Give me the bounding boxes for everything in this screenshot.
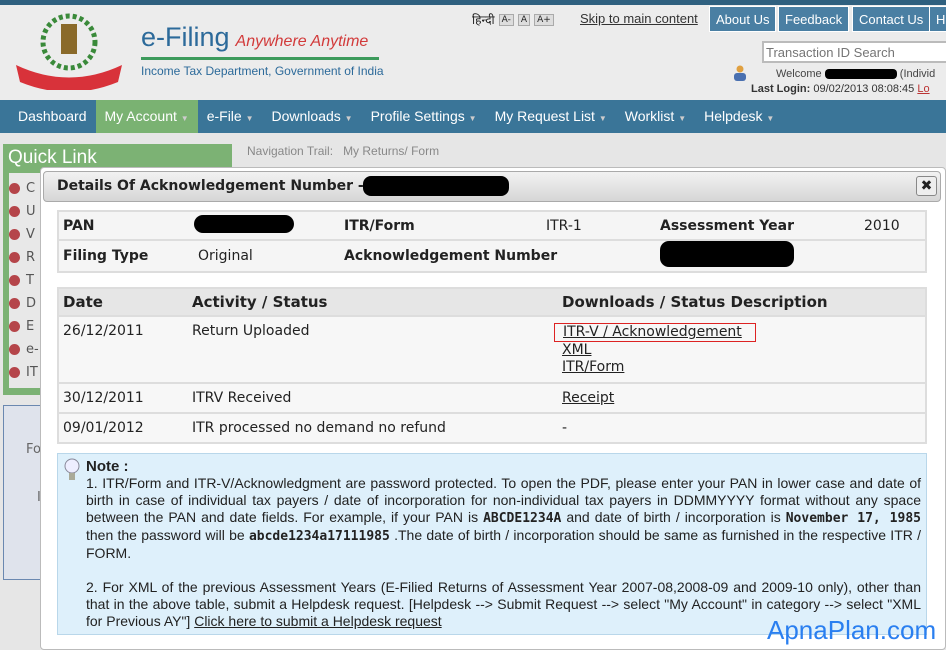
bullet-icon [9,229,20,240]
downloads-cell: ITR-V / Acknowledgement XML ITR/Form [554,316,926,384]
skip-link[interactable]: Skip to main content [580,11,698,26]
brand-name: e-Filing [141,22,230,52]
help-link[interactable]: H [929,6,946,32]
nav-my-request-list[interactable]: My Request List ▼ [486,100,616,133]
font-increase-button[interactable]: A+ [534,13,554,26]
itr-form-download-link[interactable]: ITR/Form [562,359,624,375]
activity-table: Date Activity / Status Downloads / Statu… [57,287,927,444]
tagline: Anywhere Anytime [235,33,369,50]
feedback-link[interactable]: Feedback [778,6,850,32]
hindi-link[interactable]: हिन्दी [472,11,495,28]
transaction-search-input[interactable] [762,41,946,63]
department-name: Income Tax Department, Government of Ind… [141,64,384,78]
lightbulb-icon [64,458,80,480]
activity-cell: Return Uploaded [188,316,558,384]
table-row: 26/12/2011 Return Uploaded ITR-V / Ackno… [58,316,926,384]
receipt-link[interactable]: Receipt [562,390,614,406]
date-cell: 26/12/2011 [58,316,188,384]
activity-cell: ITRV Received [188,383,558,414]
column-header: Date [58,288,188,317]
caret-down-icon: ▼ [678,114,687,123]
note-box: Note : 1. ITR/Form and ITR-V/Acknowledgm… [57,453,927,635]
nav-helpdesk[interactable]: Helpdesk ▼ [695,100,783,133]
ack-number-value [656,240,926,273]
bullet-icon [9,298,20,309]
ay-value: 2010 [860,211,926,241]
pan-label: PAN [58,211,190,241]
form-label: ITR/Form [340,211,542,241]
nav-worklist[interactable]: Worklist ▼ [616,100,695,133]
about-us-link[interactable]: About Us [709,6,777,32]
caret-down-icon: ▼ [180,114,189,123]
nav-downloads[interactable]: Downloads ▼ [263,100,362,133]
side-box: Fo I [3,405,43,580]
breadcrumb: Navigation Trail: My Returns/ Form [247,144,440,158]
helpdesk-request-link[interactable]: Click here to submit a Helpdesk request [194,613,441,629]
pan-value [190,211,340,241]
bullet-icon [9,206,20,217]
caret-down-icon: ▼ [245,114,254,123]
activity-cell: ITR processed no demand no refund [188,413,558,444]
nav-dashboard[interactable]: Dashboard [0,100,96,133]
font-decrease-button[interactable]: A- [498,13,514,26]
xml-download-link[interactable]: XML [562,342,591,358]
note-paragraph-1: 1. ITR/Form and ITR-V/Acknowledgment are… [86,475,922,561]
column-header: Downloads / Status Description [558,288,926,317]
quick-link-title: Quick Link [8,147,97,168]
nav-e-file[interactable]: e-File ▼ [198,100,263,133]
redacted-ack-number [363,176,509,196]
caret-down-icon: ▼ [468,114,477,123]
filing-type-value: Original [190,240,340,273]
divider [141,57,379,60]
caret-down-icon: ▼ [344,114,353,123]
caret-down-icon: ▼ [766,114,775,123]
accessibility-toolbar: हिन्दी A- A A+ [472,11,554,28]
caret-down-icon: ▼ [598,114,607,123]
user-icon [734,65,746,81]
downloads-cell: Receipt [558,383,926,414]
ay-label: Assessment Year [656,211,860,241]
date-cell: 09/01/2012 [58,413,188,444]
nav-profile-settings[interactable]: Profile Settings ▼ [362,100,486,133]
itrv-download-link[interactable]: ITR-V / Acknowledgement [563,324,742,340]
brand[interactable]: e-Filing Anywhere Anytime [141,22,368,53]
bullet-icon [9,321,20,332]
table-row: 30/12/2011 ITRV Received Receipt [58,383,926,414]
dialog-title: Details Of Acknowledgement Number - [57,178,364,194]
bullet-icon [9,252,20,263]
return-info-table: PAN ITR/Form ITR-1 Assessment Year 2010 … [57,210,927,273]
column-header: Activity / Status [188,288,558,317]
bullet-icon [9,183,20,194]
highlight-box: ITR-V / Acknowledgement [554,323,756,342]
status-description-cell: - [558,413,926,444]
welcome-text: Welcome (Individ [776,68,936,80]
close-icon[interactable]: ✖ [916,176,937,196]
font-normal-button[interactable]: A [517,13,531,26]
nav-my-account[interactable]: My Account ▼ [95,100,198,133]
date-cell: 30/12/2011 [58,383,188,414]
watermark: ApnaPlan.com [767,615,937,645]
ack-number-label: Acknowledgement Number [340,240,656,273]
main-nav: Dashboard My Account ▼ e-File ▼ Download… [0,100,946,133]
contact-us-link[interactable]: Contact Us [852,6,931,32]
bullet-icon [9,367,20,378]
income-tax-logo [16,13,122,90]
form-value: ITR-1 [542,211,656,241]
filing-type-label: Filing Type [58,240,190,273]
last-login: Last Login: 09/02/2013 08:08:45 Lo [751,83,930,95]
bullet-icon [9,275,20,286]
logout-link[interactable]: Lo [917,83,929,95]
redacted-name [824,69,897,80]
note-title: Note : [86,458,129,475]
table-row: 09/01/2012 ITR processed no demand no re… [58,413,926,444]
bullet-icon [9,344,20,355]
